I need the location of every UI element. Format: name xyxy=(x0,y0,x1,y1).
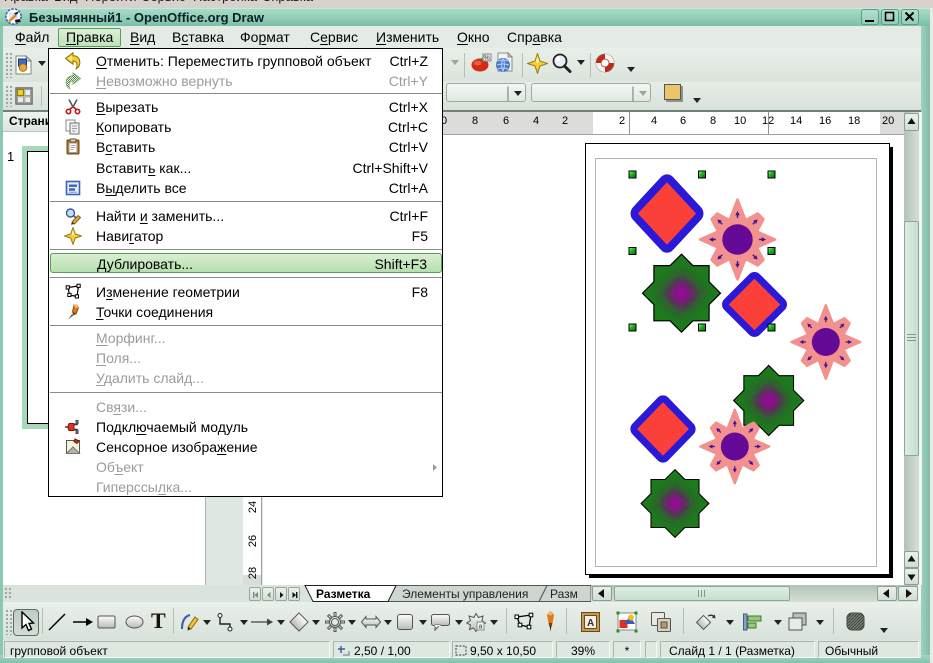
svg-text:a: a xyxy=(479,624,483,631)
svg-text:%: % xyxy=(484,55,490,62)
svg-text:Разметка: Разметка xyxy=(316,587,371,601)
svg-text:Разм: Разм xyxy=(550,587,578,601)
svg-text:A: A xyxy=(587,618,594,629)
svg-text:Элементы управления: Элементы управления xyxy=(402,587,528,601)
